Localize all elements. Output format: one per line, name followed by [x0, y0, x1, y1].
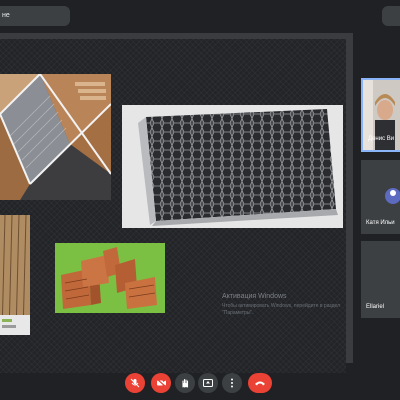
camera-toggle-button[interactable]: [151, 373, 171, 393]
presentation-slide: Активация Windows Чтобы активировать Win…: [0, 39, 346, 373]
more-vert-icon: [231, 378, 233, 388]
present-screen-icon: [203, 378, 213, 387]
top-bar: не: [0, 0, 400, 30]
end-call-button[interactable]: [248, 373, 272, 393]
participant-name: Ellariel: [366, 304, 385, 310]
camera-off-icon: [156, 378, 166, 388]
meeting-title: не: [2, 12, 10, 19]
end-call-icon: [255, 381, 265, 386]
windows-activation-title: Активация Windows: [222, 293, 287, 300]
honeycomb-panel-image: [122, 105, 343, 228]
mic-off-icon: [130, 378, 140, 388]
participant-name: Катя Ильи: [366, 220, 395, 226]
participant-tile[interactable]: Ellariel: [361, 241, 400, 318]
participant-name: Денис Ви: [368, 136, 395, 142]
wood-planks-image: [0, 215, 30, 335]
present-screen-button[interactable]: [198, 373, 218, 393]
windows-activation-subtitle: Чтобы активировать Windows, перейдите в …: [222, 303, 341, 316]
participant-tile[interactable]: Денис Ви: [361, 78, 400, 152]
metal-pipes-image: [0, 74, 111, 200]
raise-hand-button[interactable]: [175, 373, 195, 393]
ceramic-blocks-image: [55, 243, 165, 313]
hand-icon: [182, 378, 189, 388]
call-controls: [0, 366, 400, 400]
participant-tile[interactable]: Катя Ильи: [361, 160, 400, 234]
participant-badge[interactable]: [382, 6, 400, 26]
presentation-area: Активация Windows Чтобы активировать Win…: [0, 33, 353, 373]
meeting-title-tab: не: [0, 6, 70, 26]
mic-toggle-button[interactable]: [125, 373, 145, 393]
more-options-button[interactable]: [222, 373, 242, 393]
